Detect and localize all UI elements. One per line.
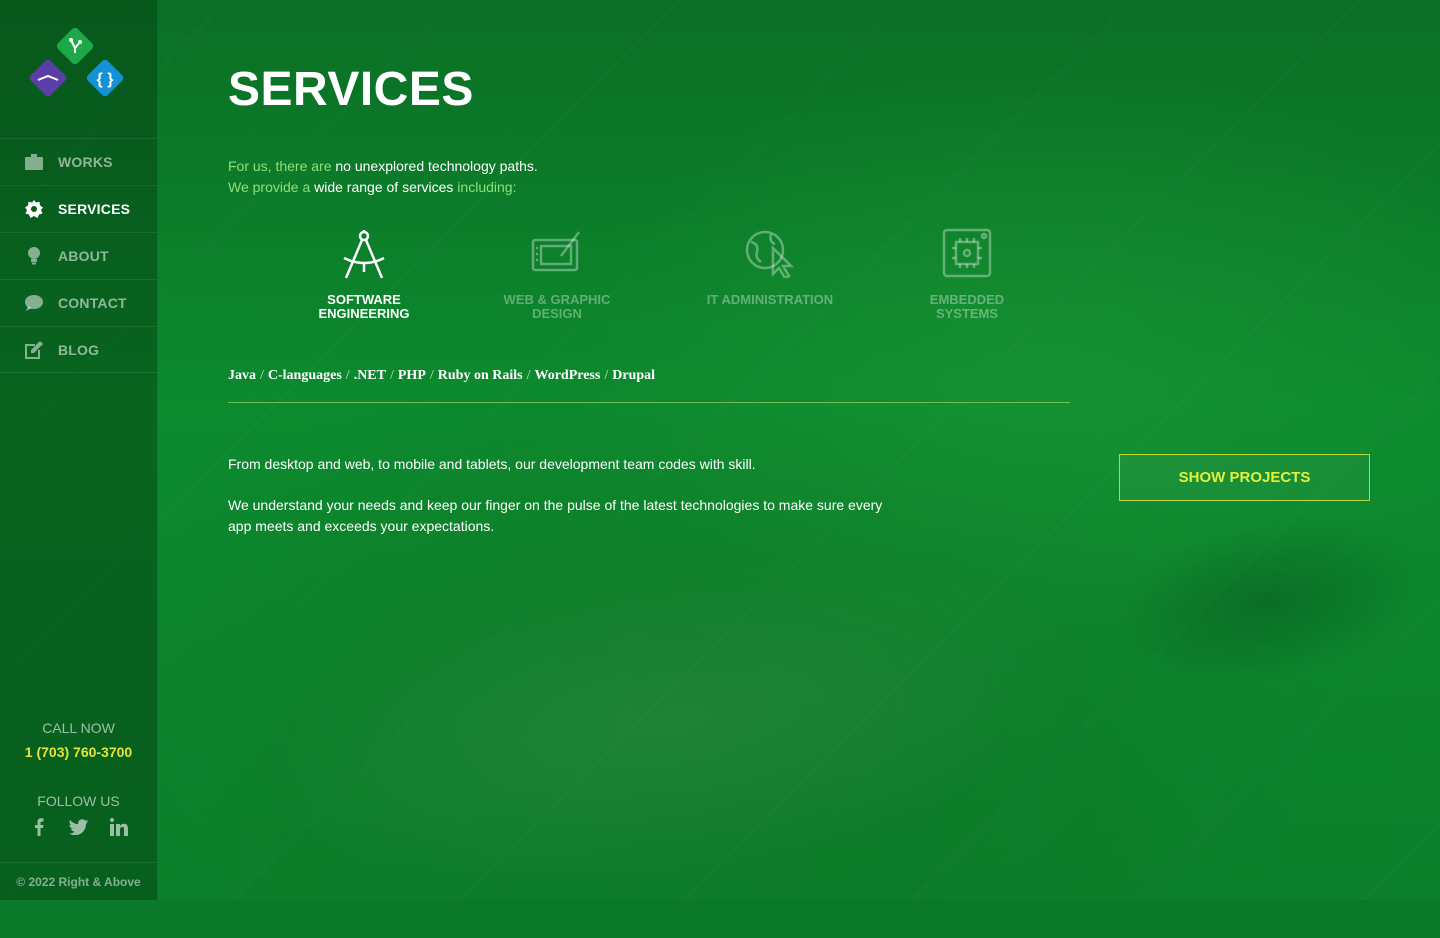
technology-list: Java / C-languages / .NET / PHP / Ruby on Rails /… — [228, 368, 1070, 384]
drawing-tablet-icon — [457, 228, 657, 284]
technology-separator: / — [389, 368, 394, 383]
sidebar-item-services[interactable]: SERVICES — [0, 185, 157, 232]
sidebar-item-label: ABOUT — [58, 248, 109, 264]
intro-line-1: For us, there are no unexplored technolo… — [228, 156, 538, 177]
sidebar-item-label: BLOG — [58, 341, 100, 358]
linkedin-icon[interactable] — [109, 817, 129, 837]
tab-label: WEB & GRAPHIC DESIGN — [503, 292, 611, 321]
tab-label: IT ADMINISTRATION — [706, 292, 834, 307]
sidebar-item-about[interactable]: ABOUT — [0, 232, 157, 279]
sidebar-item-blog[interactable]: BLOG — [0, 326, 157, 373]
call-section: CALL NOW 1 (703) 760-3700 — [0, 720, 157, 760]
page-title: SERVICES — [228, 63, 474, 116]
technology-separator: / — [526, 368, 531, 383]
technology-item: Java — [228, 368, 256, 383]
technology-separator: / — [260, 368, 264, 383]
intro-segment: For us, there are — [228, 158, 336, 174]
technology-item: Ruby on Rails — [437, 368, 523, 383]
chip-icon — [867, 228, 1067, 284]
service-description: From desktop and web, to mobile and tabl… — [228, 454, 908, 557]
background-photo — [0, 0, 1440, 938]
technology-separator: / — [345, 368, 350, 383]
twitter-icon[interactable] — [69, 817, 89, 837]
description-paragraph: From desktop and web, to mobile and tabl… — [228, 456, 756, 472]
intro-text: For us, there are no unexplored technolo… — [228, 156, 538, 198]
speech-bubble-icon — [24, 293, 44, 313]
description-paragraph: We understand your needs and keep our fi… — [228, 497, 883, 534]
intro-line-2: We provide a wide range of services incl… — [228, 177, 538, 198]
phone-number[interactable]: 1 (703) 760-3700 — [0, 744, 157, 760]
copyright: © 2022 Right & Above — [0, 862, 157, 900]
sidebar-item-label: WORKS — [58, 154, 113, 170]
sidebar-item-label: SERVICES — [58, 201, 131, 217]
service-tabs: SOFTWARE ENGINEERING WEB & GRAPHIC DESIGN — [268, 228, 1048, 328]
keyboard-backdrop — [231, 502, 1119, 938]
tab-label: SOFTWARE ENGINEERING — [318, 292, 410, 321]
tab-web-graphic-design[interactable]: WEB & GRAPHIC DESIGN — [457, 228, 657, 321]
tab-it-administration[interactable]: IT ADMINISTRATION — [670, 228, 870, 307]
technology-separator: / — [429, 368, 434, 383]
technology-item: .NET — [353, 368, 386, 383]
technology-item: PHP — [397, 368, 426, 383]
facebook-icon[interactable] — [29, 817, 49, 837]
tab-software-engineering[interactable]: SOFTWARE ENGINEERING — [264, 228, 464, 321]
globe-cursor-icon — [670, 228, 870, 284]
technology-separator: / — [604, 368, 609, 383]
social-links — [0, 817, 157, 837]
main-nav: WORKS SERVICES ABOUT CONTACT BLOG — [0, 138, 157, 373]
gear-icon — [24, 199, 44, 219]
sidebar-item-label: CONTACT — [58, 295, 127, 311]
sidebar-item-contact[interactable]: CONTACT — [0, 279, 157, 326]
tab-embedded-systems[interactable]: EMBEDDED SYSTEMS — [867, 228, 1067, 321]
logo-blue-diamond: { } — [86, 59, 124, 97]
technology-item: C-languages — [267, 368, 342, 383]
intro-segment: including: — [453, 179, 517, 195]
logo[interactable]: { } — [28, 27, 128, 100]
intro-segment: We provide a — [228, 179, 315, 195]
divider — [228, 402, 1070, 403]
tab-label: EMBEDDED SYSTEMS — [929, 292, 1005, 321]
sidebar: { } WORKS SERVICES ABOUT CONTACT BLOG CA… — [0, 0, 158, 900]
sidebar-item-works[interactable]: WORKS — [0, 138, 157, 185]
follow-section: FOLLOW US — [0, 793, 157, 837]
intro-segment: no unexplored technology paths. — [335, 158, 538, 174]
follow-label: FOLLOW US — [37, 793, 120, 809]
lightbulb-icon — [24, 246, 44, 266]
mouse-backdrop — [1098, 493, 1440, 707]
logo-purple-diamond — [29, 59, 67, 97]
technology-item: Drupal — [612, 368, 656, 383]
intro-segment: wide range of services — [314, 179, 454, 195]
svg-text:{ }: { } — [97, 71, 114, 88]
technology-item: WordPress — [534, 368, 601, 383]
briefcase-icon — [24, 152, 44, 172]
logo-green-diamond — [56, 27, 94, 65]
show-projects-button[interactable]: SHOW PROJECTS — [1119, 454, 1370, 501]
call-label: CALL NOW — [42, 720, 115, 736]
edit-icon — [24, 340, 44, 360]
compass-icon — [264, 228, 464, 284]
